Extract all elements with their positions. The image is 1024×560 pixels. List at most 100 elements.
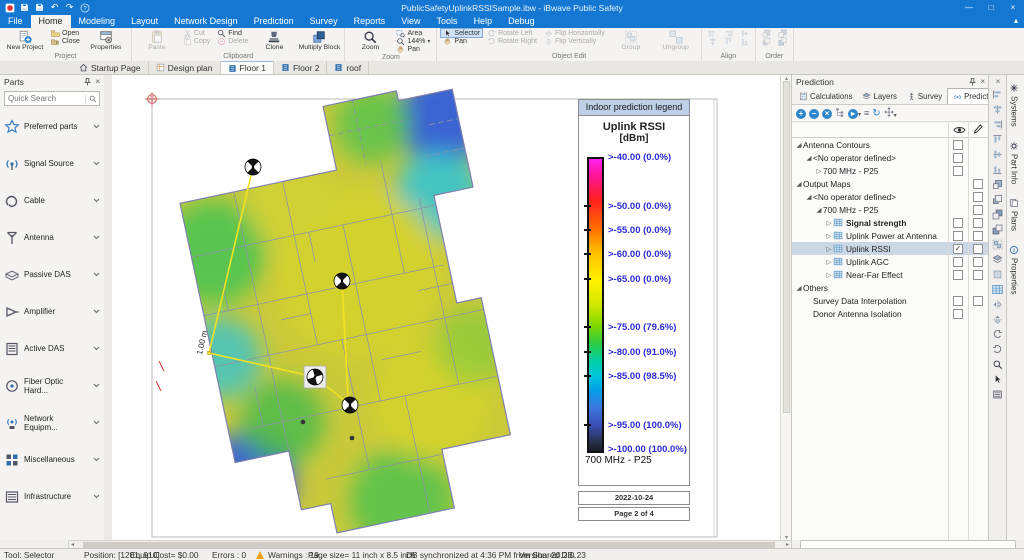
ribbon-flip-vertically-button[interactable]: Flip Vertically [542,37,607,45]
search-icon[interactable] [85,95,99,103]
tree-row-near-far-effect[interactable]: ▷Near-Far Effect [792,268,989,281]
tree-row-uplink-rssi[interactable]: ▷Uplink RSSI✓ [792,242,989,255]
expander-icon[interactable]: ◢ [795,141,803,149]
refresh-icon[interactable]: ↻ [872,108,880,119]
chevron-down-icon[interactable] [93,306,100,317]
remove-circle-icon[interactable]: − [809,108,819,119]
equipment-dot[interactable] [350,436,355,441]
tab-layers[interactable]: Layers [857,89,901,104]
doc-tab-startup-page[interactable]: Startup Page [72,61,149,74]
tree-row-no-operator-defined[interactable]: ◢<No operator defined> [792,190,989,203]
expander-icon[interactable]: ◢ [805,193,813,201]
sidebar-item-fiber-optic-hard[interactable]: Fiber Optic Hard... [0,367,104,404]
ribbon-properties-button[interactable]: Properties [85,29,127,52]
parts-search-input[interactable] [5,94,85,103]
visibility-checkbox[interactable] [953,153,963,163]
menu-tab-tools[interactable]: Tools [429,15,466,28]
side-tab-systems[interactable]: Systems [1009,77,1019,133]
close-icon[interactable]: × [996,77,1001,86]
doc-tab-design-plan[interactable]: Design plan [149,61,221,74]
ribbon-paste-button[interactable]: Paste [136,29,178,52]
rail-tool-flip-v-icon[interactable] [992,314,1004,326]
expander-icon[interactable]: ◢ [805,154,813,162]
rail-tool-send-to-back-icon[interactable] [992,224,1004,236]
ribbon-group-button[interactable]: Group [610,29,652,52]
pin-icon[interactable] [84,78,91,86]
chevron-down-icon[interactable] [93,417,100,428]
tree-row-donor-antenna-isolation[interactable]: Donor Antenna Isolation [792,307,989,320]
undo-icon[interactable]: ↶ [49,2,60,13]
edit-checkbox[interactable] [973,257,983,267]
rail-tool-rotate-right-icon[interactable] [992,344,1004,356]
ribbon-align-center-button[interactable] [706,37,719,45]
rail-tool-rotate-left-icon[interactable] [992,329,1004,341]
visibility-checkbox[interactable] [953,270,963,280]
sidebar-item-cable[interactable]: Cable [0,182,104,219]
chevron-down-icon[interactable] [93,121,100,132]
sidebar-item-active-das[interactable]: Active DAS [0,330,104,367]
tree-row-uplink-agc[interactable]: ▷Uplink AGC [792,255,989,268]
menu-tab-debug[interactable]: Debug [500,15,543,28]
menu-tab-survey[interactable]: Survey [302,15,346,28]
rail-tool-align-middle-icon[interactable] [992,149,1004,161]
menu-tab-file[interactable]: File [0,15,31,28]
ribbon-send-to-back-button[interactable] [776,37,789,45]
tree-row-output-maps[interactable]: ◢Output Maps [792,177,989,190]
sidebar-item-miscellaneous[interactable]: Miscellaneous [0,441,104,478]
antenna-marker[interactable] [342,397,358,413]
expander-icon[interactable]: ▷ [825,219,833,227]
doc-tab-floor-1[interactable]: Floor 1 [221,61,274,74]
side-tab-plans[interactable]: Plans [1009,192,1019,237]
maximize-button[interactable]: □ [980,0,1002,15]
add-circle-icon[interactable]: + [796,108,806,119]
chevron-down-icon[interactable] [93,232,100,243]
edit-checkbox[interactable] [973,244,983,254]
chevron-down-icon[interactable] [93,158,100,169]
rail-tool-bring-forward-icon[interactable] [992,179,1004,191]
ribbon-rotate-right-button[interactable]: Rotate Right [485,37,539,45]
chevron-down-icon[interactable] [93,269,100,280]
rail-tool-infrastructure-icon[interactable] [992,389,1004,401]
ribbon-zoom-button[interactable]: Zoom [349,29,391,52]
edit-checkbox[interactable] [973,192,983,202]
ribbon-collapse-icon[interactable]: ▴ [1014,16,1018,25]
cancel-circle-icon[interactable]: × [822,108,832,119]
menu-tab-network-design[interactable]: Network Design [166,15,246,28]
ribbon-align-top-button[interactable] [722,37,735,45]
list-icon[interactable]: ≡ [864,108,869,119]
menu-tab-home[interactable]: Home [31,15,71,28]
expander-icon[interactable]: ◢ [795,284,803,292]
menu-tab-prediction[interactable]: Prediction [246,15,302,28]
side-tab-properties[interactable]: Properties [1009,239,1019,300]
chevron-down-icon[interactable] [93,491,100,502]
edit-checkbox[interactable] [973,205,983,215]
sidebar-item-network-equipm[interactable]: Network Equipm... [0,404,104,441]
menu-tab-layout[interactable]: Layout [123,15,166,28]
chevron-down-icon[interactable] [93,380,100,391]
edit-checkbox[interactable] [973,270,983,280]
minimize-button[interactable]: — [958,0,980,15]
antenna-marker[interactable] [334,273,350,289]
tree-row-700-mhz-p25[interactable]: ▷700 MHz - P25 [792,164,989,177]
side-tab-part-info[interactable]: Part Info [1009,135,1019,190]
tree-row-700-mhz-p25[interactable]: ◢700 MHz - P25 [792,203,989,216]
antenna-marker-selected[interactable] [304,366,326,388]
edit-checkbox[interactable] [973,218,983,228]
antenna-marker[interactable] [245,159,261,175]
rail-tool-bring-to-front-icon[interactable] [992,209,1004,221]
expander-icon[interactable]: ▷ [825,271,833,279]
menu-tab-reports[interactable]: Reports [346,15,394,28]
expander-icon[interactable]: ◢ [795,180,803,188]
app-icon[interactable] [4,2,15,13]
expander-icon[interactable]: ▷ [825,245,833,253]
ribbon-pan-button[interactable]: Pan [441,37,482,45]
ribbon-pan-button[interactable]: Pan [394,45,432,53]
ribbon-align-bottom-button[interactable] [738,37,751,45]
tab-calculations[interactable]: Calculations [794,89,857,104]
edit-checkbox[interactable] [973,296,983,306]
rail-tool-align-top-icon[interactable] [992,134,1004,146]
sidebar-item-signal-source[interactable]: Signal Source [0,145,104,182]
ribbon-copy-button[interactable]: Copy [181,37,212,45]
tree-row-uplink-power-at-antenna[interactable]: ▷Uplink Power at Antenna [792,229,989,242]
visibility-checkbox[interactable] [953,166,963,176]
